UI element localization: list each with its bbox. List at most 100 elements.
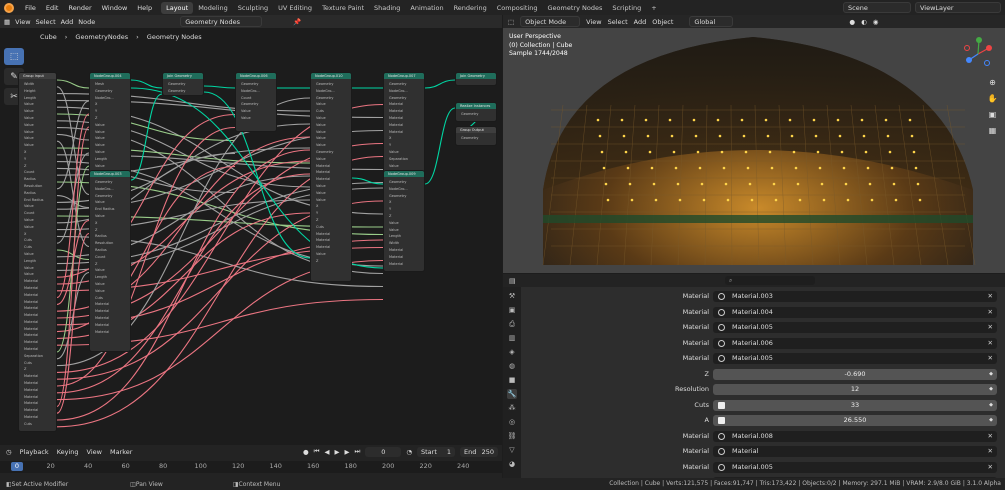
material-selector[interactable]: Material.006 ✕: [713, 337, 997, 349]
workspace-tab-compositing[interactable]: Compositing: [492, 2, 543, 14]
node-socket-label[interactable]: Value: [92, 149, 128, 156]
keyframe-icon[interactable]: ◆: [989, 400, 993, 411]
node-socket-label[interactable]: Resolution: [21, 183, 54, 190]
node-socket-label[interactable]: Value: [21, 135, 54, 142]
node-socket-label[interactable]: Material: [313, 237, 349, 244]
node-socket-label[interactable]: Value: [21, 101, 54, 108]
node-socket-label[interactable]: Length: [21, 95, 54, 102]
tool-tab-icon[interactable]: ⚒: [507, 291, 517, 301]
node-socket-label[interactable]: Value: [21, 129, 54, 136]
node-socket-label[interactable]: Count: [21, 210, 54, 217]
node-socket-label[interactable]: Material: [21, 292, 54, 299]
shading-rendered-icon[interactable]: ◉: [873, 18, 879, 26]
node-socket-label[interactable]: Geometry: [386, 81, 422, 88]
node-nodegroup-010[interactable]: NodeGroup.010 Geometry NodeGro... Geometry V…: [310, 72, 352, 282]
workspace-tab-uv-editing[interactable]: UV Editing: [273, 2, 317, 14]
node-socket-label[interactable]: Value: [21, 251, 54, 258]
node-socket-label[interactable]: Geometry: [313, 81, 349, 88]
node-socket-label[interactable]: Cuts: [21, 244, 54, 251]
node-socket-label[interactable]: Material: [313, 169, 349, 176]
node-socket-label[interactable]: Value: [21, 142, 54, 149]
node-socket-label[interactable]: Material: [92, 329, 128, 336]
workspace-tab-animation[interactable]: Animation: [405, 2, 448, 14]
record-icon[interactable]: ●: [303, 448, 309, 456]
node-socket-label[interactable]: Count: [21, 169, 54, 176]
node-socket-label[interactable]: Value: [386, 227, 422, 234]
node-socket-label[interactable]: Value: [92, 199, 128, 206]
menu-help[interactable]: Help: [132, 4, 157, 12]
node-socket-label[interactable]: Value: [21, 224, 54, 231]
clock-icon[interactable]: ◔: [406, 448, 412, 456]
node-socket-label[interactable]: Value: [313, 183, 349, 190]
node-socket-label[interactable]: Z: [92, 227, 128, 234]
pan-hand-icon[interactable]: ✋: [987, 93, 998, 104]
viewport-menu-add[interactable]: Add: [634, 18, 647, 26]
breadcrumb-modifier[interactable]: GeometryNodes: [75, 33, 128, 41]
node-socket-label[interactable]: NodeGro...: [386, 186, 422, 193]
node-socket-label[interactable]: Y: [92, 108, 128, 115]
node-socket-label[interactable]: Material: [313, 176, 349, 183]
node-socket-label[interactable]: Geometry: [386, 179, 422, 186]
clear-icon[interactable]: ✕: [988, 431, 993, 442]
node-join-geometry[interactable]: Join Geometry Geometry Geometry: [162, 72, 204, 96]
node-socket-label[interactable]: Geometry: [165, 81, 201, 88]
keyframe-icon[interactable]: ◆: [989, 415, 993, 426]
current-frame-marker[interactable]: 0: [11, 462, 23, 471]
node-socket-label[interactable]: Value: [21, 108, 54, 115]
node-socket-label[interactable]: Material: [21, 346, 54, 353]
node-socket-label[interactable]: NodeGro...: [386, 88, 422, 95]
node-socket-label[interactable]: Value: [21, 265, 54, 272]
viewport-menu-select[interactable]: Select: [608, 18, 628, 26]
node-socket-label[interactable]: X: [92, 101, 128, 108]
node-socket-label[interactable]: Count: [238, 95, 274, 102]
node-socket-label[interactable]: Y: [313, 210, 349, 217]
node-socket-label[interactable]: Resolution: [92, 240, 128, 247]
node-socket-label[interactable]: Material: [386, 247, 422, 254]
play-icon[interactable]: ▶: [334, 448, 339, 456]
node-socket-label[interactable]: X: [21, 231, 54, 238]
scene-selector[interactable]: Scene: [843, 2, 911, 13]
timeline-menu-view[interactable]: View: [87, 448, 102, 456]
node-socket-label[interactable]: Z: [92, 115, 128, 122]
node-socket-label[interactable]: Length: [386, 233, 422, 240]
node-socket-label[interactable]: Length: [92, 156, 128, 163]
node-socket-label[interactable]: Material: [21, 285, 54, 292]
node-socket-label[interactable]: Value: [92, 288, 128, 295]
node-socket-label[interactable]: X: [386, 199, 422, 206]
editor-type-icon[interactable]: ◷: [6, 448, 12, 456]
select-tool-icon[interactable]: ⬚: [4, 48, 24, 65]
node-socket-label[interactable]: Value: [21, 122, 54, 129]
node-socket-label[interactable]: Material: [21, 373, 54, 380]
material-selector[interactable]: Material.005 ✕: [713, 322, 997, 333]
node-socket-label[interactable]: Cuts: [313, 224, 349, 231]
node-socket-label[interactable]: Material: [21, 394, 54, 401]
node-socket-label[interactable]: Material: [21, 400, 54, 407]
node-socket-label[interactable]: NodeGro...: [313, 88, 349, 95]
node-nodegroup-004[interactable]: NodeGroup.004 Mesh Geometry NodeGro... X Y Z Va…: [89, 72, 131, 184]
node-socket-label[interactable]: NodeGro...: [92, 95, 128, 102]
node-socket-label[interactable]: Value: [313, 190, 349, 197]
grid-icon[interactable]: ▦: [987, 125, 998, 136]
node-realize-instances[interactable]: Realize Instances Geometry: [455, 102, 497, 122]
node-socket-label[interactable]: Value: [92, 267, 128, 274]
node-socket-label[interactable]: NodeGro...: [238, 88, 274, 95]
node-socket-label[interactable]: Material: [21, 414, 54, 421]
keyframe-icon[interactable]: ◆: [989, 384, 993, 395]
node-socket-label[interactable]: Geometry: [313, 149, 349, 156]
material-selector[interactable]: Material ✕: [713, 446, 997, 457]
node-socket-label[interactable]: Z: [386, 213, 422, 220]
node-socket-label[interactable]: Material: [21, 305, 54, 312]
number-field[interactable]: -0.690 ◆: [713, 368, 997, 380]
editor-type-icon[interactable]: ▦: [4, 18, 10, 26]
timeline-menu-playback[interactable]: Playback: [20, 448, 49, 456]
workspace-tab-scripting[interactable]: Scripting: [607, 2, 646, 14]
node-tree-selector[interactable]: Geometry Nodes: [180, 16, 263, 27]
node-socket-label[interactable]: Cuts: [21, 421, 54, 428]
clear-icon[interactable]: ✕: [988, 291, 993, 302]
node-socket-label[interactable]: Radius: [92, 247, 128, 254]
node-canvas[interactable]: Cube › GeometryNodes › Geometry Nodes ⬚ …: [0, 28, 502, 445]
node-socket-label[interactable]: Value: [313, 129, 349, 136]
number-field[interactable]: 26.550 ◆: [713, 415, 997, 426]
viewport-menu-object[interactable]: Object: [652, 18, 673, 26]
breadcrumb-tree[interactable]: Geometry Nodes: [147, 33, 202, 41]
